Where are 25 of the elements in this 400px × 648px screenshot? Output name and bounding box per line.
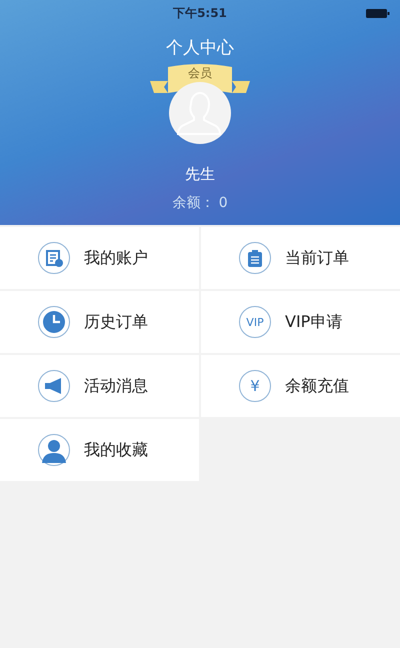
avatar-icon: [169, 82, 231, 144]
user-name: 先生: [185, 165, 215, 184]
menu-item[interactable]: ¥ 余额充值: [201, 355, 400, 417]
menu-label: 余额充值: [285, 376, 349, 396]
icon-text: ¥: [250, 377, 260, 395]
icon-text: VIP: [246, 316, 264, 328]
battery-icon: [366, 9, 390, 18]
clipboard-icon: [245, 248, 265, 268]
menu-item[interactable]: 我的收藏: [0, 419, 199, 481]
status-time: 下午5:51: [173, 4, 227, 22]
page-title: 个人中心: [166, 37, 234, 59]
document-icon: [44, 248, 64, 268]
menu-item[interactable]: VIP VIP申请: [201, 291, 400, 353]
menu-label: VIP申请: [285, 312, 342, 332]
menu-item[interactable]: 历史订单: [0, 291, 199, 353]
member-label: 会员: [187, 65, 213, 82]
menu-label: 活动消息: [84, 376, 148, 396]
menu-item[interactable]: 活动消息: [0, 355, 199, 417]
menu-item[interactable]: 我的账户: [0, 227, 199, 289]
menu-label: 我的收藏: [84, 440, 148, 460]
balance-text: 余额： 0: [172, 194, 228, 212]
menu-label: 我的账户: [84, 248, 148, 268]
menu-label: 历史订单: [84, 312, 148, 332]
menu-item[interactable]: 当前订单: [201, 227, 400, 289]
menu-label: 当前订单: [285, 248, 349, 268]
